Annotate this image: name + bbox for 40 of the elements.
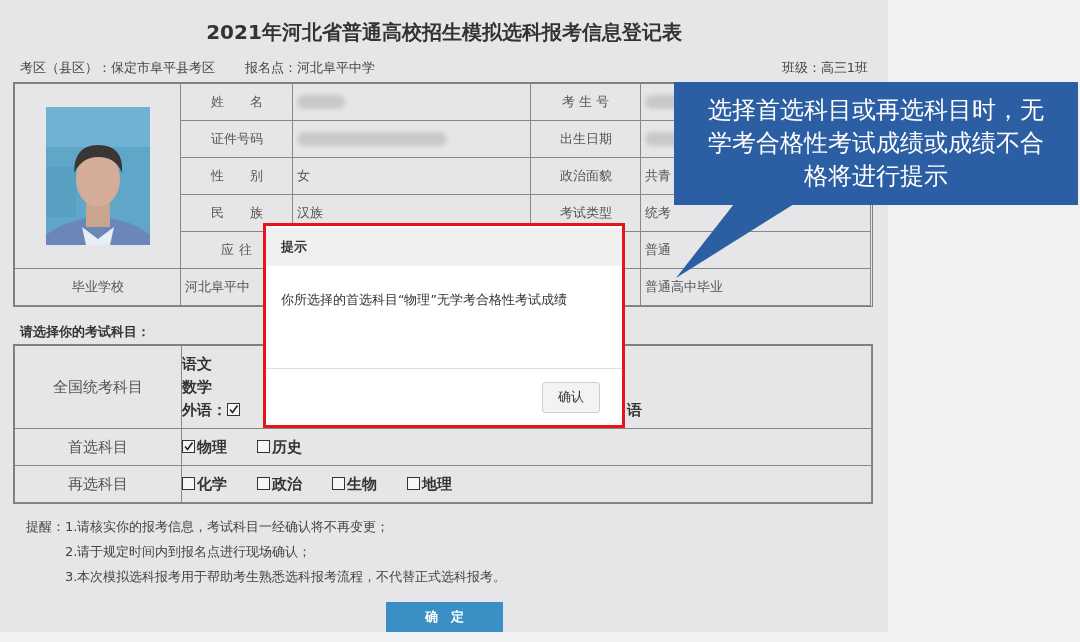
field-label: 考 生 号 xyxy=(531,84,641,121)
class-text: 班级：高三1班 xyxy=(781,60,868,76)
checkbox[interactable] xyxy=(407,476,420,490)
row-label: 全国统考科目 xyxy=(15,346,182,429)
field-label: 姓 名 xyxy=(181,84,293,121)
option-label: 物理 xyxy=(197,437,227,457)
confirm-button[interactable]: 确认 xyxy=(542,381,600,413)
field-value: 女 xyxy=(293,158,531,195)
field-label: 毕业学校 xyxy=(15,269,181,306)
field-label: 证件号码 xyxy=(181,121,293,158)
blurred-value xyxy=(297,95,345,109)
note-text: 2.请于规定时间内到报名点进行现场确认； xyxy=(65,543,313,561)
registration-point-text: 报名点：河北阜平中学 xyxy=(245,60,375,76)
form-title: 2021年河北省普通高校招生模拟选科报考信息登记表 xyxy=(206,20,682,44)
subject-text: 语文 xyxy=(182,353,212,375)
option-label: 历史 xyxy=(272,437,302,457)
note-text: 1.请核实你的报考信息，考试科目一经确认将不再变更； xyxy=(65,518,391,536)
exam-area-text: 考区（县区）：保定市阜平县考区 xyxy=(20,60,215,76)
subject-text: 数学 xyxy=(182,376,212,398)
field-label: 政治面貌 xyxy=(531,158,641,195)
checkbox[interactable] xyxy=(182,476,195,490)
subject-text: 语 xyxy=(627,400,642,420)
field-label: 性 别 xyxy=(181,158,293,195)
row-label: 再选科目 xyxy=(15,466,182,503)
notes-label: 提醒： xyxy=(26,518,65,536)
subject-text: 外语： xyxy=(182,399,227,421)
section-heading: 请选择你的考试科目： xyxy=(20,324,151,340)
option-label: 地理 xyxy=(422,474,452,494)
checkbox[interactable] xyxy=(257,476,270,490)
field-label: 出生日期 xyxy=(531,121,641,158)
checkbox[interactable] xyxy=(257,439,270,453)
note-text: 3.本次模拟选科报考用于帮助考生熟悉选科报考流程，不代替正式选科报考。 xyxy=(65,568,508,586)
checkbox[interactable] xyxy=(227,402,240,416)
option-label: 政治 xyxy=(272,474,302,494)
row-label: 首选科目 xyxy=(15,429,182,466)
option-label: 化学 xyxy=(197,474,227,494)
submit-button[interactable]: 确 定 xyxy=(385,602,503,632)
checkbox[interactable] xyxy=(332,476,345,490)
option-label: 生物 xyxy=(347,474,377,494)
checkbox[interactable] xyxy=(182,439,195,453)
